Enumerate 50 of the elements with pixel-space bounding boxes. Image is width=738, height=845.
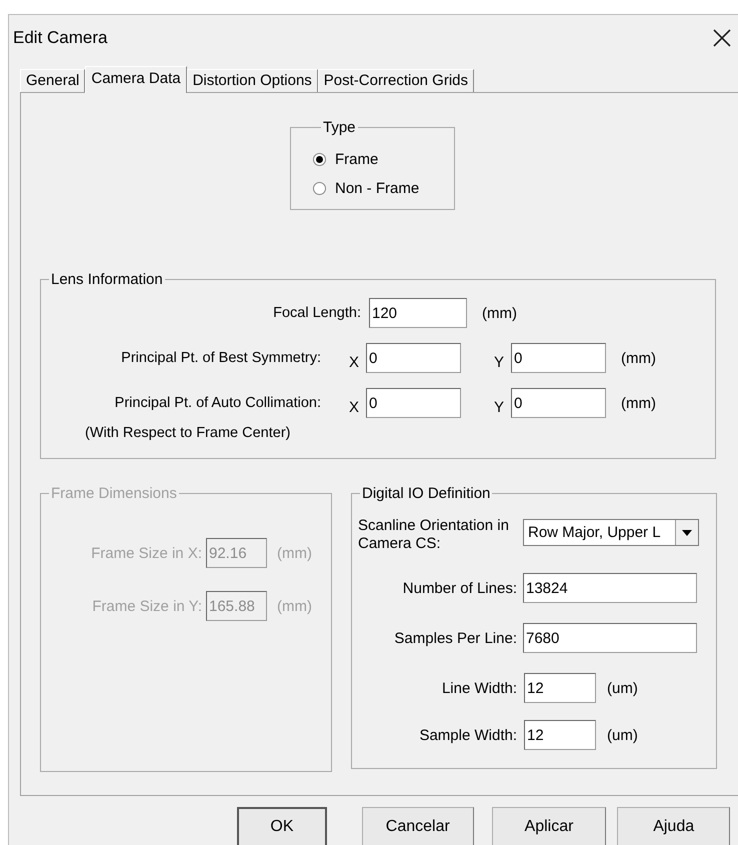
field-label: Line Width: <box>440 680 517 696</box>
axis-label: X <box>348 398 360 416</box>
radio-label: Frame <box>335 151 378 168</box>
dropdown[interactable]: Row Major, Upper L <box>523 519 699 546</box>
note-text: (With Respect to Frame Center) <box>85 425 292 441</box>
input-field[interactable]: 0 <box>366 388 461 418</box>
group-title: Frame Dimensions <box>50 485 178 502</box>
field-label: Frame Size in X: <box>90 544 202 562</box>
field-label: Principal Pt. of Auto Collimation: <box>114 395 321 411</box>
field-label: Scanline Orientation in Camera CS: <box>357 517 510 553</box>
field-label: Focal Length: <box>272 305 361 321</box>
axis-label: X <box>348 354 360 370</box>
close-icon[interactable] <box>713 28 731 46</box>
axis-label: Y <box>492 398 505 416</box>
radio-label: Non - Frame <box>335 180 420 197</box>
unit-label: (um) <box>607 680 638 696</box>
group-title: Type <box>322 119 357 136</box>
dialog-button[interactable]: Aplicar <box>492 807 606 845</box>
unit-label: (mm) <box>621 350 656 366</box>
input-field[interactable]: 0 <box>366 343 461 373</box>
caret-icon <box>682 530 692 536</box>
field-label: Sample Width: <box>418 726 517 744</box>
group-title: Lens Information <box>50 271 164 288</box>
tab[interactable]: Post-Correction Grids <box>318 69 474 92</box>
input-field[interactable]: 13824 <box>523 573 697 603</box>
field-label: Number of Lines: <box>402 580 517 596</box>
field-label: Principal Pt. of Best Symmetry: <box>120 350 321 366</box>
input-field[interactable]: 12 <box>524 673 596 703</box>
tab[interactable]: Camera Data <box>85 66 187 93</box>
radio-button[interactable] <box>313 153 326 166</box>
dialog-button[interactable]: Ajuda <box>617 807 730 845</box>
group-title: Digital IO Definition <box>361 485 492 502</box>
unit-label: (mm) <box>621 394 656 412</box>
window-title: Edit Camera <box>13 28 108 48</box>
unit-label: (mm) <box>277 598 312 614</box>
dialog-button[interactable]: Cancelar <box>362 807 474 845</box>
tab[interactable]: Distortion Options <box>186 69 318 92</box>
field-label: Frame Size in Y: <box>91 598 202 614</box>
input-field[interactable]: 12 <box>524 720 596 750</box>
axis-label: Y <box>492 354 505 370</box>
input-field[interactable]: 0 <box>511 343 606 373</box>
input-field[interactable]: 120 <box>369 298 467 328</box>
field-label: Samples Per Line: <box>393 630 517 646</box>
unit-label: (um) <box>607 726 638 744</box>
unit-label: (mm) <box>482 304 517 322</box>
dialog-button[interactable]: OK <box>237 807 327 845</box>
input-field[interactable]: 0 <box>511 388 606 418</box>
radio-button[interactable] <box>313 182 326 195</box>
input-field[interactable]: 7680 <box>523 623 697 653</box>
unit-label: (mm) <box>277 544 312 562</box>
